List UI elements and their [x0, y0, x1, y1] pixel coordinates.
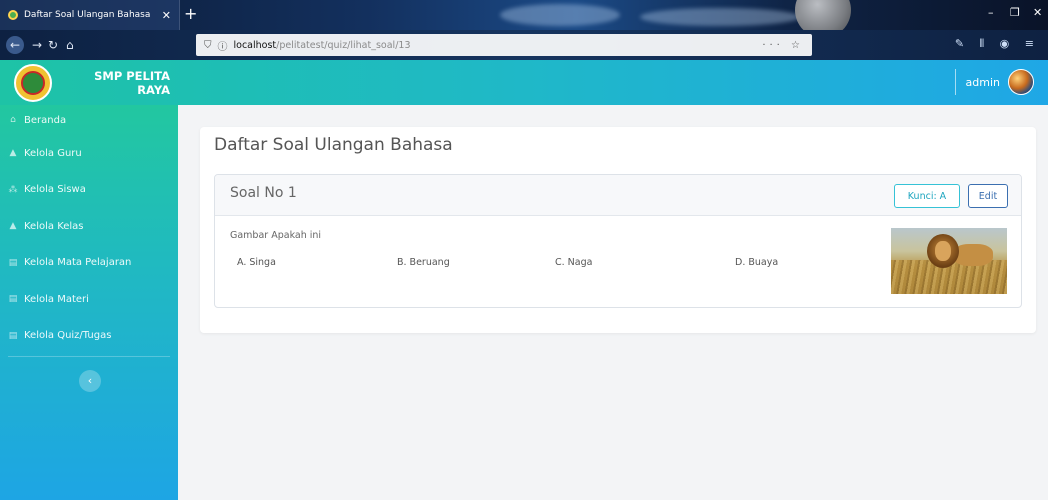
- option-d: D. Buaya: [735, 257, 779, 268]
- sidebar-item-beranda[interactable]: ⌂ Beranda: [0, 105, 178, 135]
- new-tab-button[interactable]: +: [184, 4, 197, 24]
- browser-tab[interactable]: Daftar Soal Ulangan Bahasa ✕: [0, 0, 180, 30]
- list-icon: ▤: [8, 330, 18, 341]
- browser-toolbar-icons[interactable]: ✎ ⫴ ◉ ≡: [955, 37, 1040, 51]
- edit-button[interactable]: Edit: [968, 184, 1008, 208]
- minimize-button[interactable]: –: [988, 6, 994, 19]
- username: admin: [965, 75, 1000, 89]
- sidebar-divider: [8, 356, 170, 357]
- browser-nav-bar: ← → ↻ ⌂ ⛉ ⓘ localhost/pelitatest/quiz/li…: [0, 30, 1048, 60]
- url-bar[interactable]: ⛉ ⓘ localhost/pelitatest/quiz/lihat_soal…: [196, 34, 812, 56]
- sidebar-item-kelola-kelas[interactable]: ▲ Kelola Kelas: [0, 208, 178, 245]
- home-icon: ⌂: [10, 115, 16, 125]
- background-cloud: [640, 8, 800, 26]
- question-image-lion: [891, 228, 1007, 294]
- question-text: Gambar Apakah ini: [230, 230, 322, 241]
- avatar: [1008, 69, 1034, 95]
- question-card-header: Soal No 1 Kunci: A Edit: [215, 175, 1021, 216]
- main-content: Daftar Soal Ulangan Bahasa Soal No 1 Kun…: [178, 105, 1048, 500]
- browser-tab-bar: Daftar Soal Ulangan Bahasa ✕ + – ❐ ✕: [0, 0, 1048, 30]
- sidebar-item-kelola-quiz-tugas[interactable]: ▤ Kelola Quiz/Tugas: [0, 318, 178, 355]
- brand-name: SMP PELITA RAYA: [94, 68, 170, 97]
- sidebar-collapse-button[interactable]: ‹: [79, 370, 101, 392]
- url-host: localhost: [233, 39, 277, 51]
- tab-close-button[interactable]: ✕: [162, 9, 171, 22]
- favicon-icon: [8, 10, 18, 20]
- close-window-button[interactable]: ✕: [1033, 6, 1042, 19]
- sidebar-item-label: Kelola Guru: [24, 147, 82, 159]
- sidebar-item-label: Kelola Siswa: [24, 184, 86, 196]
- question-card: Soal No 1 Kunci: A Edit Gambar Apakah in…: [214, 174, 1022, 308]
- sidebar: ⌂ Beranda ▲ Kelola Guru ⁂ Kelola Siswa ▲…: [0, 105, 178, 500]
- background-cloud: [500, 4, 620, 26]
- sidebar-item-label: Beranda: [24, 114, 67, 126]
- list-icon: ▤: [8, 294, 18, 305]
- user-icon: ▲: [9, 148, 17, 159]
- user-menu[interactable]: admin: [954, 69, 1034, 95]
- url-text: localhost/pelitatest/quiz/lihat_soal/13: [234, 40, 411, 51]
- option-a: A. Singa: [237, 257, 276, 268]
- sidebar-item-label: Kelola Mata Pelajaran: [24, 257, 132, 269]
- answer-options: A. Singa B. Beruang C. Naga D. Buaya: [237, 257, 857, 271]
- reload-icon[interactable]: ↻: [48, 37, 58, 53]
- back-arrow-icon[interactable]: ←: [6, 36, 24, 54]
- restore-button[interactable]: ❐: [1010, 6, 1020, 19]
- sidebar-item-kelola-guru[interactable]: ▲ Kelola Guru: [0, 135, 178, 172]
- question-list-panel: Daftar Soal Ulangan Bahasa Soal No 1 Kun…: [200, 127, 1036, 333]
- users-icon: ⁂: [8, 184, 18, 195]
- sidebar-item-kelola-siswa[interactable]: ⁂ Kelola Siswa: [0, 172, 178, 209]
- shield-icon: ⛉: [204, 39, 212, 51]
- user-icon: ▲: [9, 221, 17, 232]
- background-moon: [795, 0, 851, 30]
- question-number: Soal No 1: [230, 185, 297, 201]
- sidebar-item-label: Kelola Materi: [24, 293, 89, 305]
- home-button-icon[interactable]: ⌂: [66, 37, 74, 53]
- page-title: Daftar Soal Ulangan Bahasa: [214, 135, 453, 155]
- sidebar-item-label: Kelola Quiz/Tugas: [24, 330, 112, 342]
- list-icon: ▤: [8, 257, 18, 268]
- option-b: B. Beruang: [397, 257, 450, 268]
- tab-title: Daftar Soal Ulangan Bahasa: [24, 10, 151, 20]
- page-actions-icon[interactable]: ··· ☆: [762, 40, 804, 51]
- brand[interactable]: SMP PELITA RAYA: [0, 60, 178, 105]
- forward-arrow-icon[interactable]: →: [32, 37, 42, 53]
- answer-key-button[interactable]: Kunci: A: [894, 184, 960, 208]
- info-icon: ⓘ: [217, 41, 228, 53]
- school-logo-icon: [14, 63, 52, 102]
- url-path: /pelitatest/quiz/lihat_soal/13: [276, 39, 411, 51]
- sidebar-item-kelola-mata-pelajaran[interactable]: ▤ Kelola Mata Pelajaran: [0, 245, 178, 282]
- app-header: SMP PELITA RAYA admin: [0, 60, 1048, 105]
- option-c: C. Naga: [555, 257, 593, 268]
- sidebar-item-label: Kelola Kelas: [24, 220, 84, 232]
- sidebar-item-kelola-materi[interactable]: ▤ Kelola Materi: [0, 281, 178, 318]
